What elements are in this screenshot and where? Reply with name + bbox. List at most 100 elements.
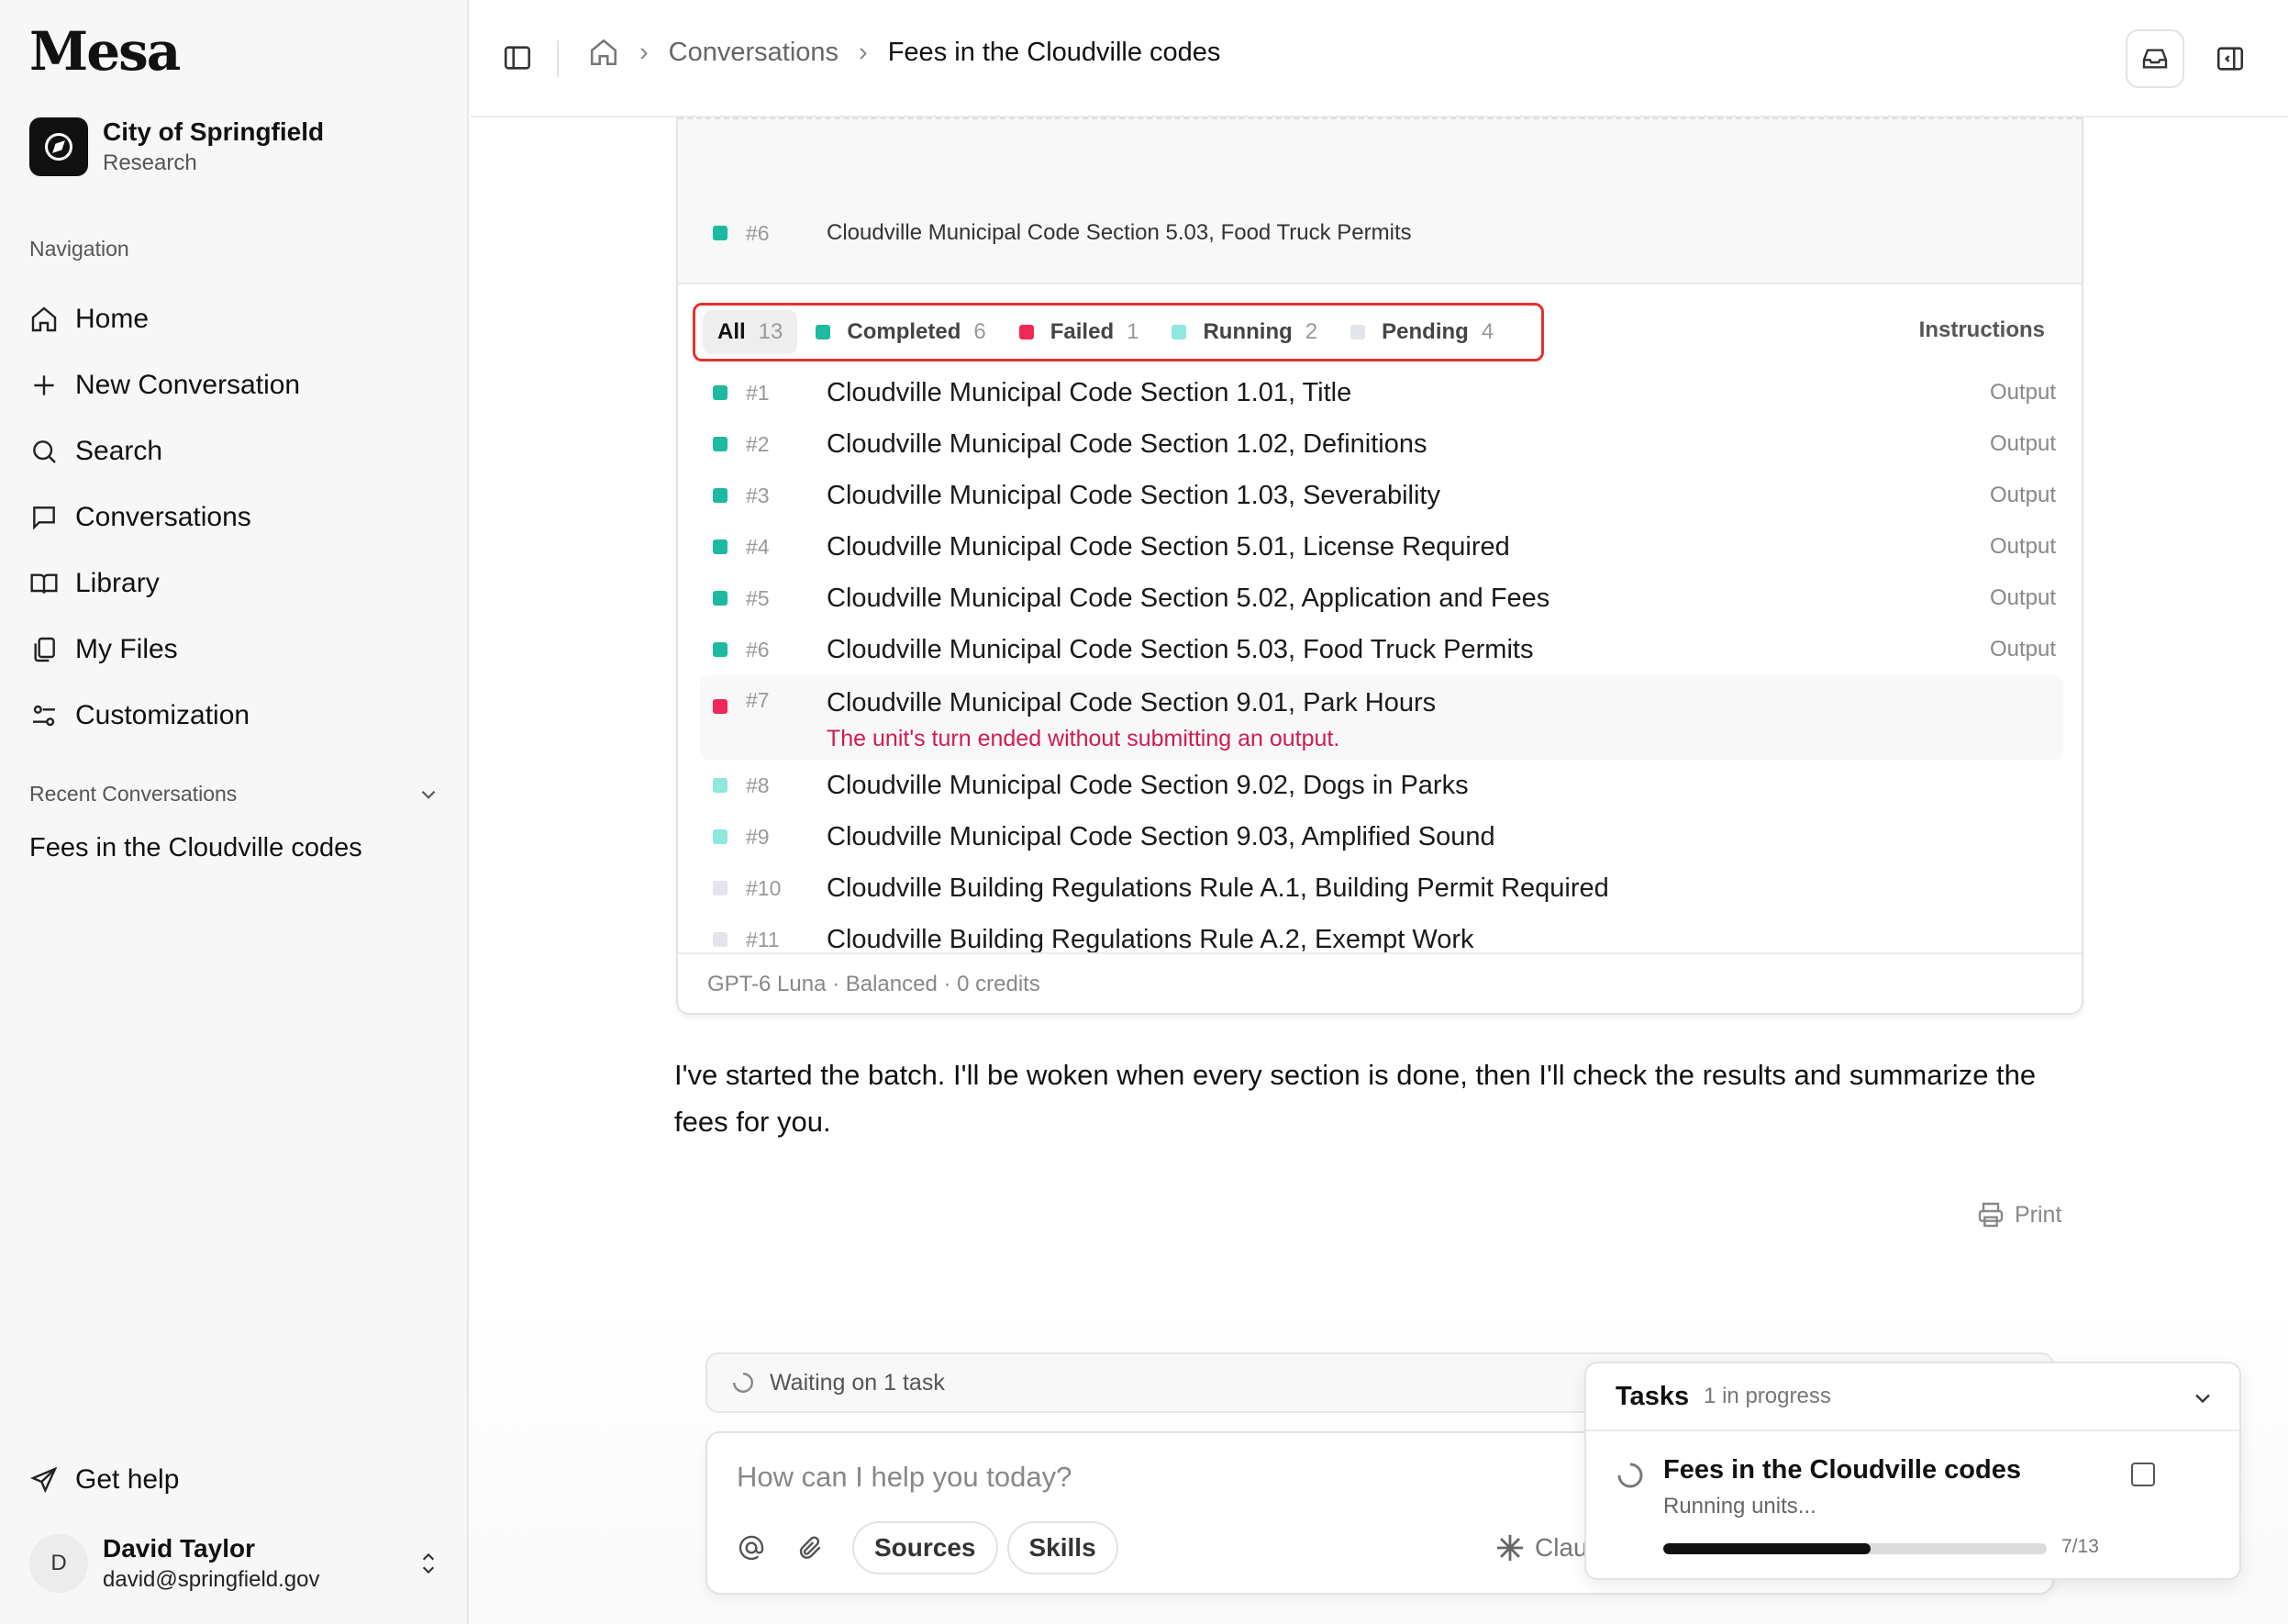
unit-row[interactable]: #1 Cloudville Municipal Code Section 1.0…	[700, 367, 2063, 418]
chat-icon	[33, 506, 55, 530]
status-dot	[713, 642, 727, 657]
unit-title: Cloudville Municipal Code Section 5.02, …	[827, 583, 1550, 613]
message-input[interactable]: How can I help you today?	[737, 1461, 1072, 1494]
filter-pending[interactable]: Pending 4	[1336, 310, 1508, 354]
output-link[interactable]: Output	[1990, 483, 2056, 508]
user-email: david@springfield.gov	[103, 1567, 320, 1592]
inbox-icon	[2142, 49, 2168, 69]
nav-list: Home New Conversation Search Conversatio…	[29, 286, 300, 749]
unit-row[interactable]: #4 Cloudville Municipal Code Section 5.0…	[700, 521, 2063, 573]
nav-item-home[interactable]: Home	[29, 286, 300, 352]
nav-item-new-conversation[interactable]: New Conversation	[29, 352, 300, 418]
assistant-message: I've started the batch. I'll be woken wh…	[674, 1059, 2037, 1138]
recent-heading[interactable]: Recent Conversations	[29, 782, 440, 806]
filter-count: 4	[1481, 319, 1494, 344]
output-link[interactable]: Output	[1990, 431, 2056, 457]
unit-title: Cloudville Municipal Code Section 1.03, …	[827, 480, 1440, 510]
unit-number: #6	[746, 220, 770, 245]
unit-row[interactable]: #9 Cloudville Municipal Code Section 9.0…	[700, 811, 2063, 862]
status-dot	[713, 385, 727, 400]
filter-failed[interactable]: Failed 1	[1005, 310, 1154, 354]
sidebar-toggle-icon[interactable]	[502, 42, 533, 73]
chevron-right-icon: ›	[639, 37, 649, 67]
task-title[interactable]: Fees in the Cloudville codes	[1663, 1455, 2021, 1485]
tasks-title: Tasks	[1616, 1381, 1690, 1411]
unit-title: Cloudville Building Regulations Rule A.2…	[827, 924, 1474, 954]
sparkle-icon	[1496, 1534, 1524, 1562]
files-icon	[34, 637, 55, 662]
task-checkbox[interactable]	[2131, 1463, 2155, 1486]
model-selector[interactable]: Clau	[1494, 1532, 1588, 1563]
status-dot	[713, 488, 727, 503]
org-subtitle: Research	[103, 150, 197, 175]
nav-label: Customization	[75, 700, 250, 730]
unit-row[interactable]: #10 Cloudville Building Regulations Rule…	[700, 862, 2063, 914]
filter-label: All	[717, 319, 746, 344]
output-link[interactable]: Output	[1990, 585, 2056, 611]
status-dot	[816, 325, 831, 339]
sources-button[interactable]: Sources	[852, 1521, 998, 1574]
status-dot	[713, 591, 727, 606]
unit-row[interactable]: #2 Cloudville Municipal Code Section 1.0…	[700, 418, 2063, 470]
unit-row[interactable]: #3 Cloudville Municipal Code Section 1.0…	[700, 470, 2063, 521]
unit-number: #6	[746, 637, 770, 662]
status-dot	[713, 881, 727, 895]
skills-button[interactable]: Skills	[1006, 1521, 1118, 1574]
nav-label: Library	[75, 568, 160, 598]
get-help-button[interactable]: Get help	[29, 1464, 179, 1496]
print-label: Print	[2015, 1201, 2062, 1228]
tasks-panel: Tasks 1 in progress Fees in the Cloudvil…	[1584, 1362, 2241, 1580]
unit-list: #1 Cloudville Municipal Code Section 1.0…	[700, 367, 2063, 965]
nav-label: New Conversation	[75, 370, 301, 400]
status-dot	[713, 932, 727, 947]
nav-item-conversations[interactable]: Conversations	[29, 484, 300, 551]
status-dot	[1018, 325, 1034, 339]
breadcrumb-conversations[interactable]: Conversations	[669, 38, 839, 68]
nav-item-my-files[interactable]: My Files	[29, 617, 300, 683]
home-icon[interactable]	[588, 37, 619, 68]
panel-toggle-button[interactable]	[2212, 40, 2249, 77]
nav-label: My Files	[75, 634, 178, 664]
status-dot	[1350, 325, 1366, 339]
nav-item-customization[interactable]: Customization	[29, 683, 300, 749]
print-button[interactable]: Print	[1976, 1200, 2061, 1229]
unit-number: #11	[746, 927, 780, 951]
unit-row[interactable]: #6 Cloudville Municipal Code Section 5.0…	[700, 624, 2063, 675]
filter-all[interactable]: All 13	[703, 310, 798, 354]
home-icon	[31, 306, 57, 332]
plus-icon	[34, 375, 54, 395]
mention-icon[interactable]	[735, 1531, 768, 1564]
recent-conversation-item[interactable]: Fees in the Cloudville codes	[29, 833, 362, 863]
nav-item-library[interactable]: Library	[29, 551, 300, 617]
unit-row-failed[interactable]: #7 Cloudville Municipal Code Section 9.0…	[700, 675, 2063, 760]
avatar: D	[29, 1534, 88, 1593]
chevron-down-icon[interactable]	[2190, 1385, 2216, 1411]
spinner-icon	[1617, 1463, 1643, 1488]
unit-title: Cloudville Municipal Code Section 5.03, …	[827, 634, 1534, 664]
filter-running[interactable]: Running 2	[1157, 310, 1332, 354]
output-link[interactable]: Output	[1990, 534, 2056, 560]
unit-number: #2	[746, 431, 770, 456]
filter-completed[interactable]: Completed 6	[801, 310, 1000, 354]
org-switcher[interactable]: City of Springfield Research	[29, 117, 324, 176]
attach-icon[interactable]	[794, 1531, 827, 1564]
divider	[678, 117, 2082, 119]
user-menu[interactable]: D David Taylor david@springfield.gov	[29, 1534, 440, 1593]
output-link[interactable]: Output	[1990, 637, 2056, 662]
selected-unit-row[interactable]: #6 Cloudville Municipal Code Section 5.0…	[713, 220, 1412, 246]
inbox-button[interactable]	[2126, 29, 2184, 88]
app-logo[interactable]: Mesa	[29, 20, 181, 83]
unit-row[interactable]: #5 Cloudville Municipal Code Section 5.0…	[700, 573, 2063, 624]
tasks-header[interactable]: Tasks 1 in progress	[1586, 1363, 2239, 1431]
instructions-link[interactable]: Instructions	[1919, 317, 2045, 343]
composer-toolbar: Sources Skills	[735, 1521, 1127, 1574]
top-bar: › Conversations › Fees in the Cloudville…	[471, 0, 2288, 117]
unit-row[interactable]: #8 Cloudville Municipal Code Section 9.0…	[700, 760, 2063, 811]
nav-item-search[interactable]: Search	[29, 418, 300, 484]
output-link[interactable]: Output	[1990, 380, 2056, 406]
nav-heading: Navigation	[29, 237, 129, 261]
get-help-label: Get help	[75, 1464, 180, 1495]
nav-label: Home	[75, 304, 150, 334]
model-label: Clau	[1535, 1533, 1588, 1562]
chevron-down-icon	[421, 790, 436, 799]
